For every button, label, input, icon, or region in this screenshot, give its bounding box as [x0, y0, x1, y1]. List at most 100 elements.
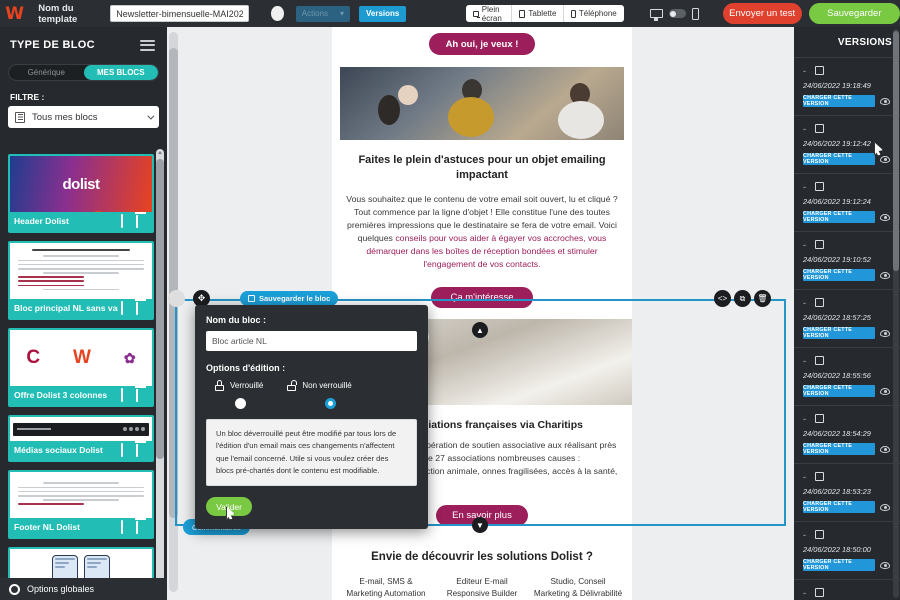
segment-generic[interactable]: Générique: [9, 65, 84, 80]
delete-icon[interactable]: [136, 389, 148, 402]
preview-eye-icon[interactable]: [880, 329, 890, 337]
load-version-button[interactable]: CHARGER CETTE VERSION: [803, 269, 875, 281]
list-item[interactable]: dolist Header Dolist: [8, 154, 154, 233]
filter-select[interactable]: Tous mes blocs: [8, 106, 159, 128]
email-builder-app: W Nom du template Actions ▾ Versions Ple…: [0, 0, 900, 600]
option-unlocked[interactable]: Non verrouillé: [287, 380, 352, 391]
block-name: Offre Dolist 3 colonnes: [14, 390, 108, 400]
list-item[interactable]: C W ✿ Offre Dolist 3 colonnes: [8, 328, 154, 407]
preview-eye-icon[interactable]: [880, 561, 890, 569]
canvas-scrollbar-thumb[interactable]: [169, 48, 178, 518]
block-footer: Médias sociaux Dolist: [10, 441, 152, 460]
load-version-button[interactable]: CHARGER CETTE VERSION: [803, 327, 875, 339]
option-locked[interactable]: Verrouillé: [215, 380, 263, 391]
load-version-button[interactable]: CHARGER CETTE VERSION: [803, 95, 875, 107]
app-logo[interactable]: W: [0, 0, 28, 27]
edit-icon[interactable]: [815, 66, 824, 75]
list-item[interactable]: Médias sociaux Dolist: [8, 415, 154, 462]
version-header: -: [803, 355, 893, 366]
edit-icon[interactable]: [121, 388, 133, 402]
cta-button-interest[interactable]: Ça m'intéresse: [431, 286, 533, 308]
version-item[interactable]: - 24/06/2022 18:57:25 CHARGER CETTE VERSIO…: [794, 289, 900, 347]
save-block-badge[interactable]: Sauvegarder le bloc: [240, 291, 339, 306]
edit-icon[interactable]: [815, 588, 824, 597]
load-version-button[interactable]: CHARGER CETTE VERSION: [803, 559, 875, 571]
edit-icon[interactable]: [815, 414, 824, 423]
version-item[interactable]: - 24/06/2022 19:18:49 CHARGER CETTE VERSIO…: [794, 57, 900, 115]
versions-scrollbar[interactable]: [893, 29, 899, 598]
sidebar-scrollbar[interactable]: [156, 149, 164, 597]
block-name-input[interactable]: [206, 331, 417, 351]
move-down-icon[interactable]: ▼: [472, 517, 488, 533]
hamburger-icon[interactable]: [140, 37, 155, 53]
list-item[interactable]: Footer NL Dolist: [8, 470, 154, 539]
global-options-bar[interactable]: Options globales: [0, 578, 167, 600]
device-fullscreen[interactable]: Plein écran: [466, 5, 511, 23]
version-item[interactable]: - 24/06/2022 18:55:56 CHARGER CETTE VERSIO…: [794, 347, 900, 405]
versions-button[interactable]: Versions: [359, 5, 407, 22]
duplicate-icon[interactable]: ⧉: [734, 290, 751, 307]
template-name-input[interactable]: [110, 5, 250, 22]
send-test-button[interactable]: Envoyer un test: [722, 3, 802, 24]
load-version-button[interactable]: CHARGER CETTE VERSION: [803, 385, 875, 397]
edit-icon[interactable]: [121, 443, 133, 457]
avatar[interactable]: [271, 6, 284, 21]
preview-eye-icon[interactable]: [880, 387, 890, 395]
save-button[interactable]: Sauvegarder: [808, 3, 900, 24]
segment-my-blocks[interactable]: MES BLOCS: [83, 65, 158, 80]
edit-icon[interactable]: [815, 472, 824, 481]
edit-icon[interactable]: [815, 240, 824, 249]
device-tablet[interactable]: Tablette: [511, 5, 563, 22]
version-item[interactable]: - 24/06/2022 19:10:52 CHARGER CETTE VERSIO…: [794, 231, 900, 289]
delete-icon[interactable]: [136, 444, 148, 457]
edit-icon[interactable]: [815, 530, 824, 539]
delete-icon[interactable]: [136, 521, 148, 534]
edit-icon[interactable]: [121, 301, 133, 315]
preview-eye-icon[interactable]: [880, 213, 890, 221]
versions-scrollbar-thumb[interactable]: [893, 31, 899, 271]
list-item[interactable]: Bloc principal NL sans variable: [8, 241, 154, 320]
delete-icon[interactable]: [136, 302, 148, 315]
load-version-button[interactable]: CHARGER CETTE VERSION: [803, 153, 875, 165]
preview-eye-icon[interactable]: [880, 97, 890, 105]
preview-eye-icon[interactable]: [880, 271, 890, 279]
edit-icon[interactable]: [121, 520, 133, 534]
load-version-button[interactable]: CHARGER CETTE VERSION: [803, 443, 875, 455]
version-item[interactable]: -24/06/2022 18:28:30CHARGER CETTE VERSIO…: [794, 579, 900, 600]
sidebar-scrollbar-thumb[interactable]: [156, 159, 164, 459]
move-up-icon[interactable]: ▲: [472, 322, 488, 338]
version-item[interactable]: - 24/06/2022 18:53:23 CHARGER CETTE VERSIO…: [794, 463, 900, 521]
version-item[interactable]: - 24/06/2022 19:12:24 CHARGER CETTE VERSIO…: [794, 173, 900, 231]
cta-button-top[interactable]: Ah oui, je veux !: [429, 33, 535, 55]
code-icon[interactable]: <>: [714, 290, 731, 307]
actions-dropdown[interactable]: Actions ▾: [295, 5, 351, 22]
edit-icon[interactable]: [815, 298, 824, 307]
edit-icon[interactable]: [815, 124, 824, 133]
delete-icon[interactable]: 🗑: [754, 290, 771, 307]
version-actions: CHARGER CETTE VERSION: [803, 269, 893, 281]
hero-image[interactable]: [340, 67, 624, 140]
edit-icon[interactable]: [815, 356, 824, 365]
device-phone[interactable]: Téléphone: [563, 5, 623, 22]
edit-icon[interactable]: [815, 182, 824, 191]
preview-eye-icon[interactable]: [880, 503, 890, 511]
load-version-button[interactable]: CHARGER CETTE VERSION: [803, 501, 875, 513]
edit-icon[interactable]: [121, 214, 133, 228]
version-header: -: [803, 471, 893, 482]
version-actions: CHARGER CETTE VERSION: [803, 327, 893, 339]
version-item[interactable]: - 24/06/2022 18:54:29 CHARGER CETTE VERSIO…: [794, 405, 900, 463]
preview-eye-icon[interactable]: [880, 155, 890, 163]
version-item[interactable]: - 24/06/2022 19:12:42 CHARGER CETTE VERSIO…: [794, 115, 900, 173]
preview-eye-icon[interactable]: [880, 445, 890, 453]
radio-unlocked[interactable]: [325, 398, 336, 409]
version-item[interactable]: - 24/06/2022 18:50:00 CHARGER CETTE VERSIO…: [794, 521, 900, 579]
load-version-button[interactable]: CHARGER CETTE VERSION: [803, 211, 875, 223]
save-block-modal[interactable]: Nom du bloc : Options d'édition : Verrou…: [195, 305, 428, 530]
block-thumbnail: [10, 243, 152, 299]
toggle-switch[interactable]: [668, 9, 686, 18]
radio-locked[interactable]: [235, 398, 246, 409]
paragraph-1-link[interactable]: conseils pour vous aider à égayer vos ac…: [366, 233, 606, 269]
canvas-scrollbar[interactable]: [169, 32, 178, 592]
delete-icon[interactable]: [136, 215, 148, 228]
desktop-mobile-toggle[interactable]: [649, 7, 699, 21]
